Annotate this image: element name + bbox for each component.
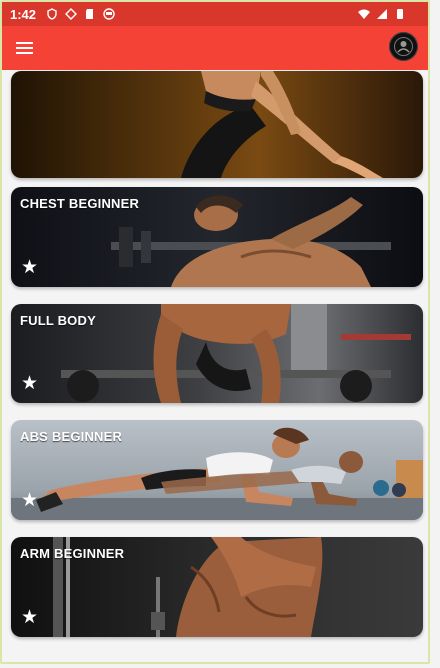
- signal-icon: [377, 9, 387, 19]
- battery-icon: [397, 9, 403, 19]
- workout-card[interactable]: FULL BODY ★: [11, 304, 423, 403]
- sd-card-icon: [86, 9, 94, 19]
- record-icon: [103, 8, 115, 20]
- workout-card[interactable]: [11, 71, 423, 178]
- menu-icon[interactable]: [16, 36, 40, 60]
- star-icon[interactable]: ★: [21, 608, 38, 627]
- app-frame: 1:42 CHEST BEGINNER ★ FULL BODY ★ ABS BE…: [0, 0, 430, 664]
- workout-card[interactable]: CHEST BEGINNER ★: [11, 187, 423, 287]
- star-icon[interactable]: ★: [21, 491, 38, 510]
- star-icon[interactable]: ★: [21, 374, 38, 393]
- app-toolbar: [2, 26, 428, 70]
- star-icon[interactable]: ★: [21, 258, 38, 277]
- app-logo-icon[interactable]: [389, 32, 418, 61]
- status-notification-icons: [46, 8, 115, 20]
- status-bar: 1:42: [2, 2, 428, 26]
- status-system-icons: [358, 8, 406, 20]
- download-icon: [65, 8, 78, 20]
- workout-title: ABS BEGINNER: [20, 429, 123, 444]
- workout-title: FULL BODY: [20, 313, 96, 328]
- status-time: 1:42: [10, 6, 37, 22]
- workout-image: [11, 71, 423, 178]
- shield-icon: [47, 8, 57, 20]
- workout-title: ARM BEGINNER: [20, 546, 125, 561]
- wifi-icon: [358, 9, 370, 19]
- workout-card[interactable]: ARM BEGINNER ★: [11, 537, 423, 637]
- workout-card[interactable]: ABS BEGINNER ★: [11, 420, 423, 520]
- workout-title: CHEST BEGINNER: [20, 196, 140, 211]
